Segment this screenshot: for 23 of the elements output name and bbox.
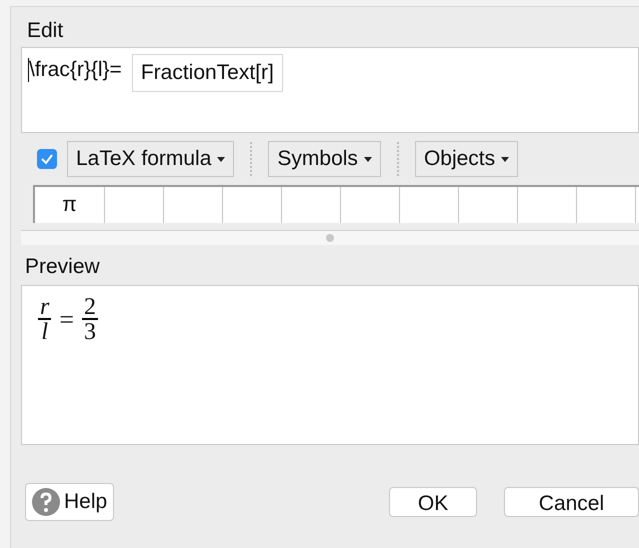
numerator: r — [39, 296, 50, 318]
dropdown-button[interactable]: Symbols — [268, 141, 381, 177]
caret-icon — [217, 156, 226, 162]
check-icon — [40, 152, 54, 166]
help-icon — [32, 488, 60, 516]
latex-checkbox[interactable] — [37, 149, 57, 169]
denominator: 3 — [83, 320, 98, 344]
help-button[interactable]: Help — [25, 483, 114, 521]
caret-icon — [364, 156, 372, 162]
dropdown-button[interactable]: Objects — [414, 141, 518, 177]
cancel-button[interactable]: Cancel — [504, 487, 639, 517]
section-label: Edit — [27, 18, 64, 44]
symbol-cell[interactable]: π — [35, 187, 105, 223]
numerator: 2 — [83, 296, 98, 318]
section-label: Preview — [25, 254, 101, 280]
formula-editor[interactable]: \frac{r}{l}= FractionText[r] — [21, 47, 639, 133]
caret-icon — [501, 156, 510, 162]
equals-sign: = — [59, 304, 74, 336]
object-field[interactable]: FractionText[r] — [132, 54, 283, 92]
latex-text: \frac{r}{l}= — [29, 57, 122, 83]
ok-button[interactable]: OK — [389, 487, 477, 517]
dropdown-button[interactable]: LaTeX formula — [67, 141, 234, 177]
denominator: l — [40, 320, 49, 344]
